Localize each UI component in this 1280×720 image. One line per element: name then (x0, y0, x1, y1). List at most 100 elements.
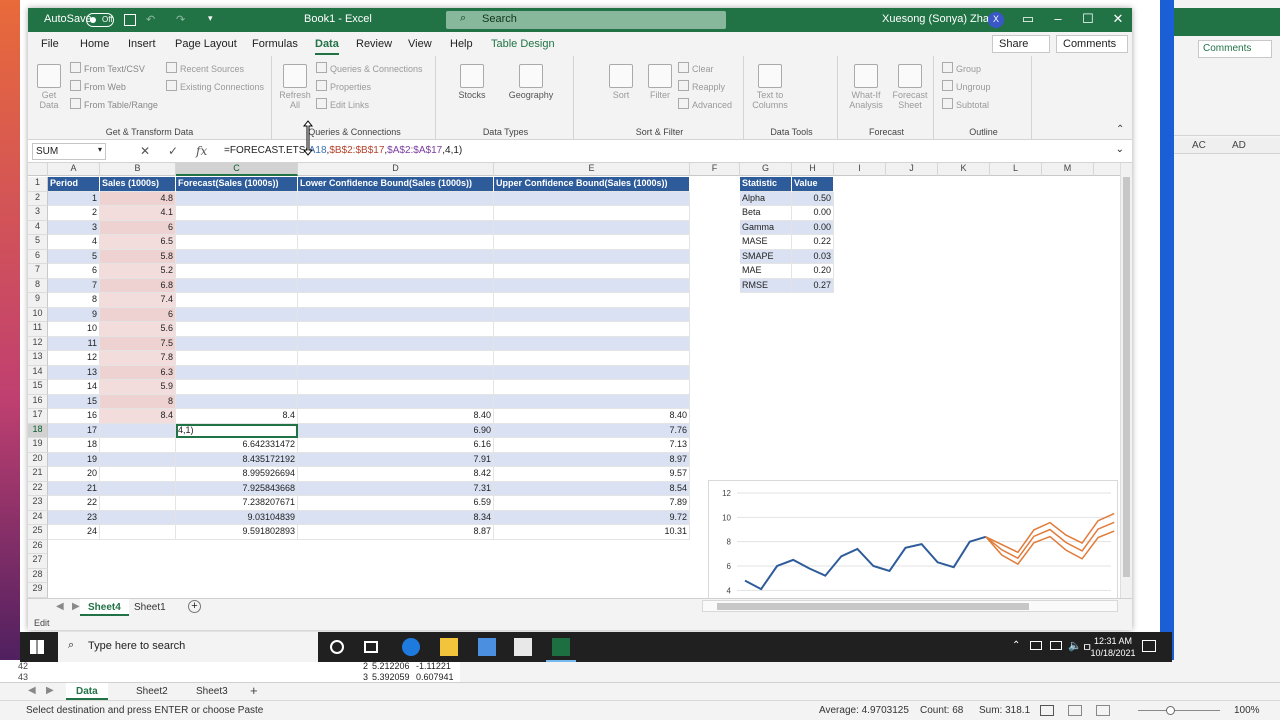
menu-page-layout[interactable]: Page Layout (175, 38, 237, 50)
table-cell[interactable]: 8.54 (494, 481, 690, 496)
table-header-cell[interactable]: Period (48, 177, 100, 192)
table-cell[interactable]: 9.57 (494, 467, 690, 482)
table-cell[interactable] (176, 394, 298, 409)
column-header-i[interactable]: I (834, 163, 886, 176)
table-cell[interactable] (298, 394, 494, 409)
table-cell[interactable]: 24 (48, 525, 100, 540)
background-comments-button[interactable]: Comments (1198, 40, 1272, 58)
table-cell[interactable]: 7.925843668 (176, 481, 298, 496)
table-cell[interactable]: 17 (48, 423, 100, 438)
file-explorer-icon[interactable] (440, 638, 458, 656)
table-cell[interactable] (298, 322, 494, 337)
table-cell[interactable] (298, 264, 494, 279)
add-sheet-icon[interactable]: + (188, 600, 201, 613)
worksheet-grid[interactable]: ABCDEFGHIJKLM 1 2 3 4 5 6 7 8 9 10 11 12 13 14 15 16 17 1… (28, 163, 1124, 603)
menu-view[interactable]: View (408, 38, 432, 50)
formula-input[interactable]: =FORECAST.ETS(A18,$B$2:$B$17,$A$2:$A$17,… (224, 145, 462, 156)
table-cell[interactable] (494, 322, 690, 337)
table-cell[interactable] (494, 249, 690, 264)
table-cell[interactable]: 8.435172192 (176, 452, 298, 467)
insert-function-icon[interactable]: fx (196, 144, 207, 158)
table-cell[interactable]: 8.4 (100, 409, 176, 424)
table-cell[interactable] (494, 380, 690, 395)
table-cell[interactable] (176, 278, 298, 293)
row-header[interactable]: 20 (28, 452, 48, 467)
table-cell[interactable]: 9.591802893 (176, 525, 298, 540)
table-cell[interactable] (298, 307, 494, 322)
stats-name-cell[interactable]: MASE (740, 235, 792, 250)
row-header[interactable]: 9 (28, 293, 48, 308)
table-cell[interactable]: 8.40 (298, 409, 494, 424)
customize-toolbar-icon[interactable]: ▾ (208, 13, 213, 24)
menu-data[interactable]: Data (315, 38, 339, 55)
table-cell[interactable]: 7.76 (494, 423, 690, 438)
menu-table-design[interactable]: Table Design (491, 38, 555, 50)
row-header[interactable]: 10 (28, 307, 48, 322)
forecast-chart[interactable]: 0246810121234567891011121314151617181920… (708, 480, 1118, 603)
column-header-j[interactable]: J (886, 163, 938, 176)
table-cell[interactable] (298, 336, 494, 351)
mail-icon[interactable] (514, 638, 532, 656)
edit-links-button[interactable]: Edit Links (316, 98, 369, 110)
table-cell[interactable]: 8 (100, 394, 176, 409)
table-cell[interactable]: 1 (48, 191, 100, 206)
existing-connections-button[interactable]: Existing Connections (166, 80, 264, 92)
user-avatar[interactable]: X (988, 12, 1004, 28)
table-cell[interactable]: 4.1 (100, 206, 176, 221)
collapse-ribbon-icon[interactable]: ⌃ (1116, 124, 1124, 135)
recent-sources-button[interactable]: Recent Sources (166, 62, 244, 74)
scroll-thumb[interactable] (717, 603, 1029, 610)
table-cell[interactable]: 8.97 (494, 452, 690, 467)
minimize-icon[interactable]: – (1048, 11, 1068, 29)
table-cell[interactable]: 16 (48, 409, 100, 424)
zoom-level[interactable]: 100% (1234, 705, 1260, 716)
tab-sheet1[interactable]: Sheet1 (126, 599, 174, 616)
expand-formula-bar-icon[interactable]: ⌄ (1116, 144, 1124, 155)
table-cell[interactable] (494, 365, 690, 380)
taskbar-search-input[interactable]: ⌕ Type here to search (58, 632, 318, 662)
onedrive-icon[interactable] (1030, 641, 1042, 650)
table-cell[interactable]: 8.40 (494, 409, 690, 424)
table-cell[interactable]: 22 (48, 496, 100, 511)
stats-value-cell[interactable]: 0.20 (792, 264, 834, 279)
table-cell[interactable]: 6.59 (298, 496, 494, 511)
row-header[interactable]: 25 (28, 525, 48, 540)
row-header[interactable]: 18 (28, 423, 48, 438)
excel-taskbar-icon[interactable] (552, 638, 570, 656)
table-cell[interactable] (176, 235, 298, 250)
undo-icon[interactable]: ↶ (146, 13, 155, 26)
table-cell[interactable]: 10 (48, 322, 100, 337)
table-cell[interactable]: 8 (48, 293, 100, 308)
table-cell[interactable]: 9.72 (494, 510, 690, 525)
select-all-corner[interactable] (28, 163, 48, 176)
table-cell[interactable] (176, 249, 298, 264)
stats-header-cell[interactable]: Value (792, 177, 834, 192)
menu-insert[interactable]: Insert (128, 38, 156, 50)
table-cell[interactable]: 18 (48, 438, 100, 453)
column-header-m[interactable]: M (1042, 163, 1094, 176)
table-cell[interactable] (176, 322, 298, 337)
refresh-all-button[interactable]: Refresh All (278, 64, 312, 110)
user-name[interactable]: Xuesong (Sonya) Zhang (882, 13, 1001, 25)
table-cell[interactable] (176, 380, 298, 395)
table-cell[interactable]: 7.8 (100, 351, 176, 366)
table-cell[interactable]: 8.42 (298, 467, 494, 482)
stats-value-cell[interactable]: 0.27 (792, 278, 834, 293)
notifications-icon[interactable] (1142, 640, 1156, 652)
table-cell[interactable] (298, 191, 494, 206)
stats-header-cell[interactable]: Statistic (740, 177, 792, 192)
table-cell[interactable]: 19 (48, 452, 100, 467)
task-view-icon[interactable] (364, 641, 378, 653)
table-cell[interactable]: 6 (100, 307, 176, 322)
menu-home[interactable]: Home (80, 38, 109, 50)
stocks-button[interactable]: Stocks (452, 64, 492, 100)
edge-icon[interactable] (402, 638, 420, 656)
row-header[interactable]: 11 (28, 322, 48, 337)
table-cell[interactable] (100, 438, 176, 453)
table-cell[interactable]: 5.9 (100, 380, 176, 395)
table-cell[interactable] (494, 336, 690, 351)
column-header-k[interactable]: K (938, 163, 990, 176)
name-box[interactable]: SUM ▾ (32, 143, 106, 160)
table-cell[interactable]: 23 (48, 510, 100, 525)
table-cell[interactable] (176, 307, 298, 322)
